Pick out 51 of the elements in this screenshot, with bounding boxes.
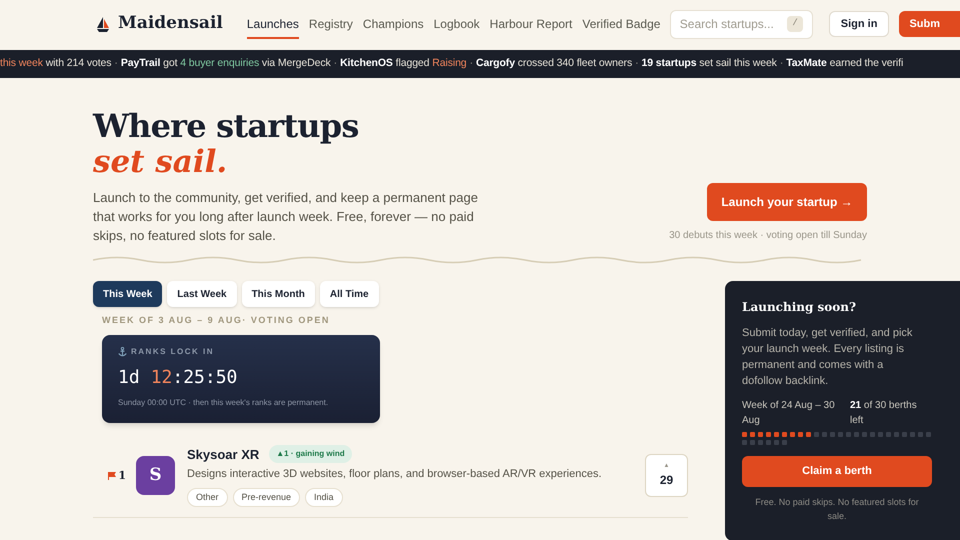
filter-tab[interactable]: All Time [320, 281, 379, 307]
momentum-badge: ▲1 · gaining wind [269, 445, 352, 464]
launch-week: Week of 24 Aug – 30 Aug [742, 399, 836, 428]
ticker-item: 19 startups set sail this week [642, 56, 777, 72]
anchor-icon [118, 346, 127, 356]
countdown-note: Sunday 00:00 UTC · then this week's ranks are permanent. [118, 396, 330, 408]
nav-link[interactable]: Champions [362, 9, 424, 39]
rank-number: 1 [118, 468, 126, 484]
tag-chip[interactable]: Pre-revenue [232, 488, 300, 507]
separator-dot: · [780, 56, 784, 72]
filter-tab[interactable]: This Month [242, 281, 315, 307]
nav-link[interactable]: Harbour Report [490, 9, 572, 39]
separator-dot: · [114, 56, 118, 72]
countdown-label: RANKS LOCK IN [131, 346, 214, 358]
ticker-item: this week with 214 votes [0, 56, 112, 72]
countdown-timer: 1d 12:25:50 [118, 366, 238, 390]
separator-dot: · [635, 56, 639, 72]
hero-title: Where startups [93, 108, 360, 144]
card-description: Submit today, get verified, and pick your launch week. Every listing is permanent and comes with a dofollow backlink. [742, 326, 914, 389]
ticker-item: KitchenOS flagged Raising [340, 56, 467, 72]
nav-link[interactable]: Verified Badge [582, 9, 660, 39]
ticker-item: PayTrail got 4 buyer enquiries via MergeDeck [120, 56, 331, 72]
submit-button[interactable]: Subm [899, 11, 960, 37]
nav-link[interactable]: Launches [246, 9, 299, 39]
launch-button[interactable]: Launch your startup → [707, 183, 867, 221]
card-title: Launching soon? [742, 299, 858, 316]
nav-link[interactable]: Logbook [434, 9, 480, 39]
startup-avatar: S [136, 456, 175, 496]
brand-name[interactable]: Maidensail [118, 11, 223, 37]
week-label: WEEK OF 3 AUG – 9 AUG· VOTING OPEN [102, 314, 331, 327]
hero-description: Launch to the community, get verified, and keep a permanent page that works for you long after launch week. Free, forever — no paid skips, no featured slots for sale. [93, 189, 479, 245]
nav-link[interactable]: Registry [308, 9, 353, 39]
hero-title-accent: set sail. [93, 144, 228, 180]
separator-dot: · [334, 56, 338, 72]
claim-berth-button[interactable]: Claim a berth [742, 456, 932, 487]
startup-name[interactable]: Skysoar XR [187, 444, 260, 464]
shortcut-key: / [787, 16, 803, 32]
card-note: Free. No paid skips. No featured slots for sale. [754, 496, 920, 523]
startup-description: Designs interactive 3D websites, floor plans, and browser-based AR/VR experiences. [187, 467, 603, 482]
sailboat-icon [96, 16, 110, 32]
ticker-item: TaxMate earned the verifi [786, 56, 904, 72]
filter-tab[interactable]: This Week [93, 281, 162, 307]
filter-tab[interactable]: Last Week [167, 281, 237, 307]
sign-in-button[interactable]: Sign in [828, 11, 890, 37]
hero-note: 30 debuts this week · voting open till Sunday [669, 229, 867, 243]
tag-chip[interactable]: India [305, 488, 343, 507]
tag-chip[interactable]: Other [187, 488, 228, 507]
flag-icon [108, 472, 116, 480]
ticker-item: Cargofy crossed 340 fleet owners [476, 56, 632, 72]
separator-dot: · [470, 56, 473, 72]
berths-left: 21 of 30 berths left [850, 399, 918, 428]
